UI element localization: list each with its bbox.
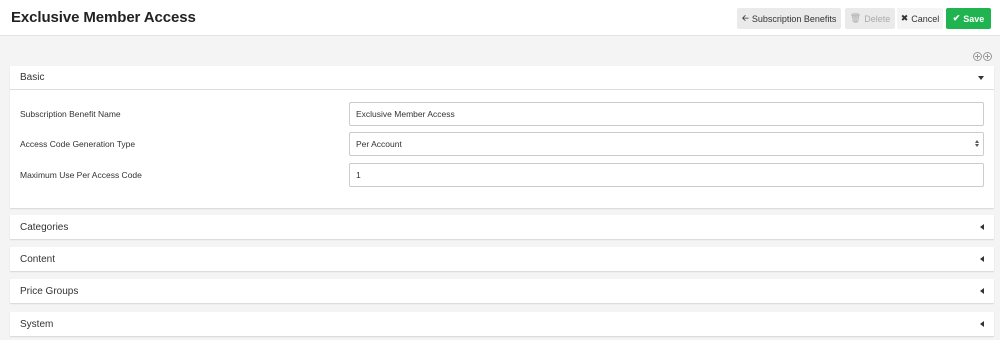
section-title: System xyxy=(20,318,54,330)
section-categories[interactable]: Categories xyxy=(10,215,994,239)
section-title: Categories xyxy=(20,221,69,233)
generation-type-value: Per Account xyxy=(356,139,402,149)
page-title: Exclusive Member Access xyxy=(11,9,196,26)
section-basic-header[interactable]: Basic xyxy=(10,66,994,90)
generation-type-label: Access Code Generation Type xyxy=(20,139,136,149)
section-content[interactable]: Content xyxy=(10,247,994,271)
subscription-benefits-label: Subscription Benefits xyxy=(751,13,837,24)
select-arrows-icon xyxy=(975,140,979,147)
max-use-label: Maximum Use Per Access Code xyxy=(20,170,142,180)
section-price-groups-header[interactable]: Price Groups xyxy=(10,279,994,303)
caret-left-icon xyxy=(980,321,984,327)
delete-button[interactable]: 🗑 Delete xyxy=(845,8,895,29)
caret-left-icon xyxy=(980,288,984,294)
check-icon: ✔ xyxy=(952,13,961,23)
cancel-label: Cancel xyxy=(911,13,940,24)
save-button[interactable]: ✔ Save xyxy=(946,8,991,29)
subscription-benefits-button[interactable]: 🡨 Subscription Benefits xyxy=(737,8,841,29)
caret-left-icon xyxy=(980,256,984,262)
section-title: Content xyxy=(20,253,56,265)
max-use-input[interactable]: 1 xyxy=(349,163,984,187)
section-price-groups[interactable]: Price Groups xyxy=(10,279,994,303)
x-icon: ✖ xyxy=(900,13,909,23)
page-header: Exclusive Member Access 🡨 Subscription B… xyxy=(0,0,1000,36)
section-system[interactable]: System xyxy=(10,312,994,336)
section-categories-header[interactable]: Categories xyxy=(10,215,994,239)
trash-icon: 🗑 xyxy=(849,13,862,23)
arrow-left-icon: 🡨 xyxy=(741,13,749,23)
generation-type-select[interactable]: Per Account xyxy=(349,132,984,156)
caret-down-icon xyxy=(978,75,984,80)
section-content-header[interactable]: Content xyxy=(10,247,994,271)
section-title: Price Groups xyxy=(20,285,79,297)
cancel-button[interactable]: ✖ Cancel xyxy=(897,8,943,29)
plus-circle-icon[interactable] xyxy=(973,52,982,61)
caret-left-icon xyxy=(980,224,984,230)
save-label: Save xyxy=(963,13,985,24)
section-system-header[interactable]: System xyxy=(10,312,994,336)
delete-label: Delete xyxy=(864,13,891,24)
benefit-name-input[interactable]: Exclusive Member Access xyxy=(349,102,984,126)
minus-circle-icon[interactable] xyxy=(983,52,992,61)
section-basic: Basic Subscription Benefit Name Exclusiv… xyxy=(10,66,994,208)
section-title: Basic xyxy=(20,72,45,83)
expand-collapse-controls xyxy=(973,52,992,61)
benefit-name-label: Subscription Benefit Name xyxy=(20,109,121,119)
